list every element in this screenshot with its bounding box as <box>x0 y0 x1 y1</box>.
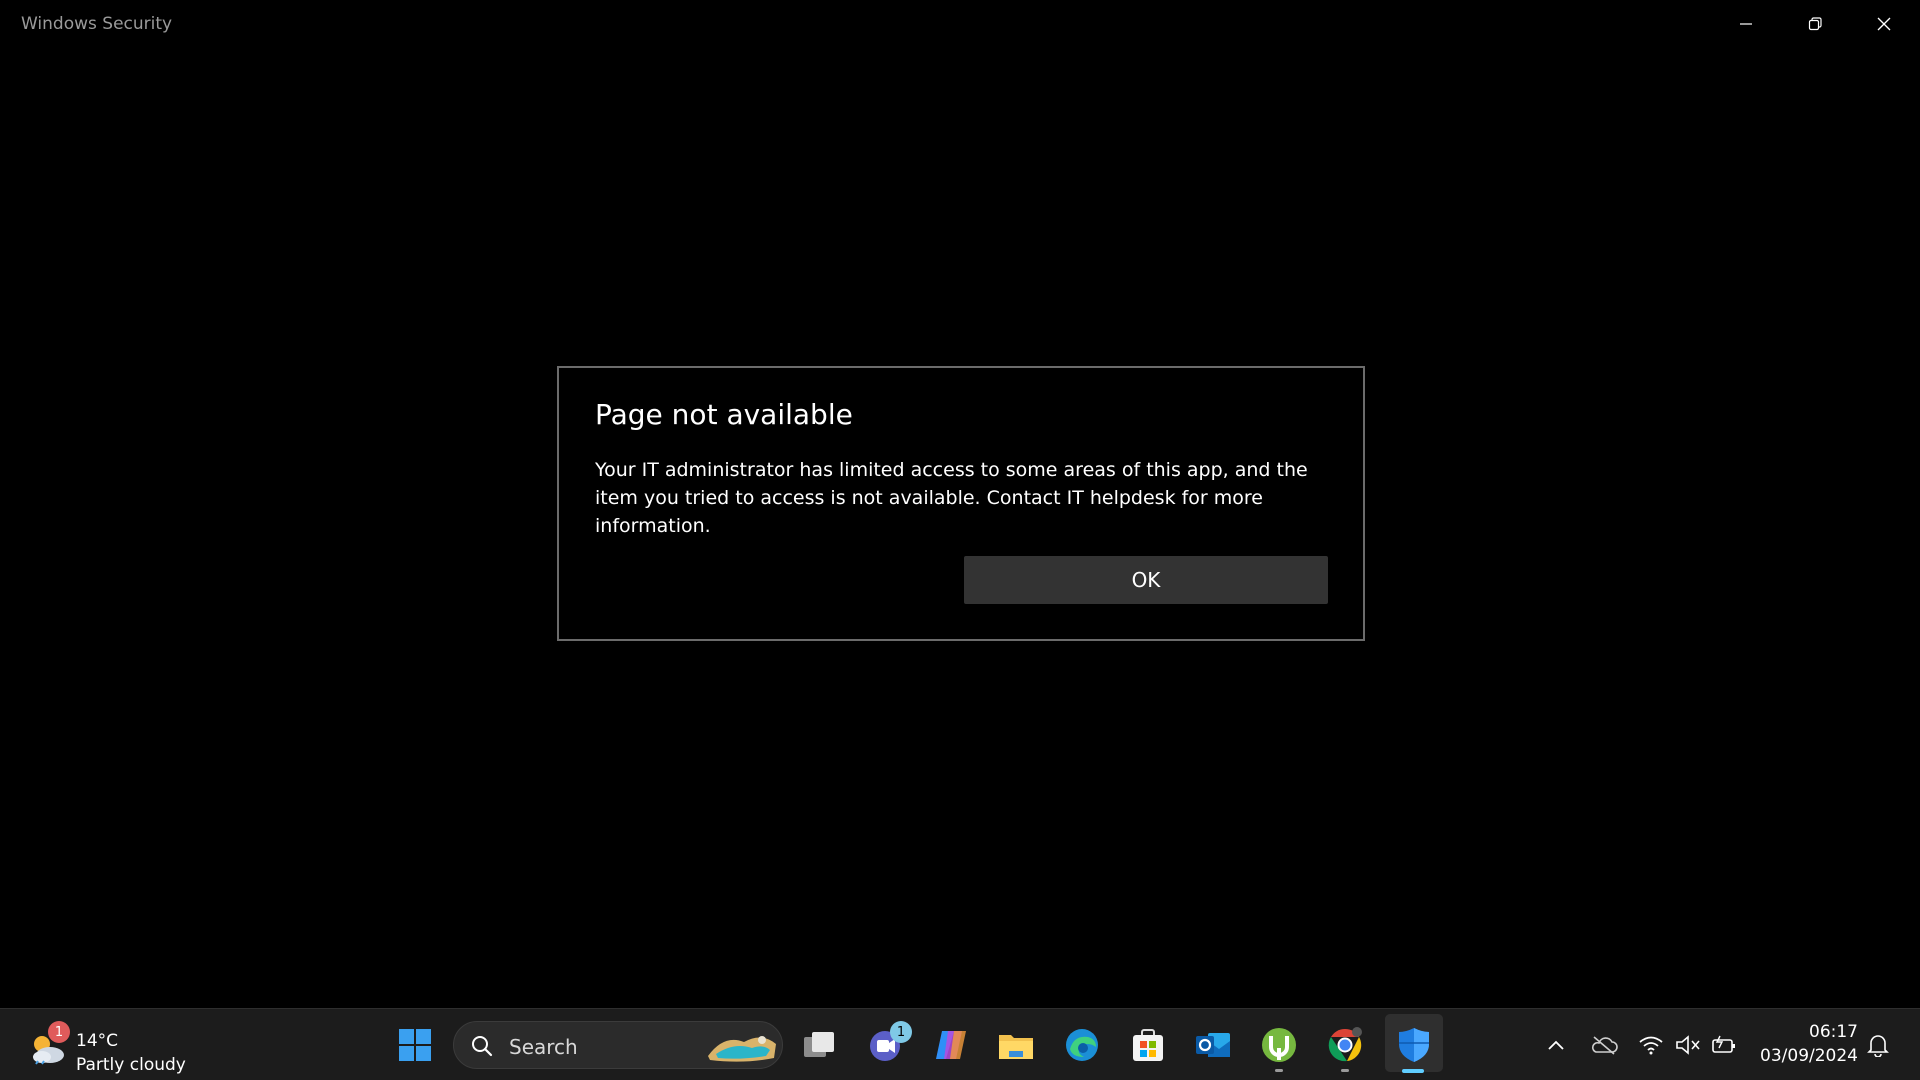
file-explorer-button[interactable] <box>993 1022 1039 1068</box>
window-title: Windows Security <box>21 14 173 34</box>
weather-temperature: 14°C <box>76 1031 119 1051</box>
title-bar: Windows Security <box>0 0 1920 48</box>
utorrent-button[interactable] <box>1256 1022 1302 1068</box>
search-highlight-icon <box>708 1036 776 1062</box>
minimize-button[interactable] <box>1712 0 1780 48</box>
utorrent-running-indicator <box>1275 1069 1283 1072</box>
shield-icon <box>1399 1028 1429 1062</box>
restore-button[interactable] <box>1781 0 1849 48</box>
start-button[interactable] <box>392 1022 438 1068</box>
folder-icon <box>999 1035 1033 1059</box>
wifi-icon <box>1639 1036 1663 1055</box>
chevron-up-icon <box>1548 1040 1564 1050</box>
clock-time: 06:17 <box>1809 1022 1858 1042</box>
utorrent-icon <box>1262 1028 1296 1062</box>
task-view-icon <box>804 1032 834 1057</box>
notifications-button[interactable] <box>1864 1031 1892 1059</box>
outlook-icon <box>1196 1033 1230 1057</box>
taskbar: 1 14°C Partly cloudy Search 1 06:17 03/0… <box>0 1008 1920 1080</box>
weather-badge: 1 <box>48 1021 70 1043</box>
edge-button[interactable] <box>1059 1022 1105 1068</box>
chrome-button[interactable] <box>1322 1022 1368 1068</box>
windows-security-active-indicator <box>1402 1069 1424 1073</box>
volume-button[interactable] <box>1674 1031 1702 1059</box>
edge-icon <box>1066 1029 1098 1061</box>
network-button[interactable] <box>1637 1031 1665 1059</box>
copilot-button[interactable] <box>928 1022 974 1068</box>
taskbar-search[interactable]: Search <box>453 1021 783 1069</box>
ok-button[interactable]: OK <box>964 556 1328 604</box>
speaker-muted-icon <box>1676 1035 1700 1055</box>
taskbar-clock[interactable]: 06:17 03/09/2024 <box>1740 1020 1858 1068</box>
chrome-icon <box>1328 1027 1362 1062</box>
restore-icon <box>1808 17 1822 31</box>
battery-button[interactable] <box>1710 1031 1738 1059</box>
dialog-title: Page not available <box>595 398 853 431</box>
copilot-icon <box>936 1031 966 1059</box>
minimize-icon <box>1740 23 1752 25</box>
weather-condition: Partly cloudy <box>76 1055 186 1075</box>
outlook-button[interactable] <box>1190 1022 1236 1068</box>
bell-icon <box>1867 1035 1889 1057</box>
teams-badge: 1 <box>890 1021 912 1043</box>
microsoft-store-button[interactable] <box>1125 1022 1171 1068</box>
search-label: Search <box>509 1035 578 1059</box>
task-view-button[interactable] <box>797 1022 843 1068</box>
show-hidden-icons-button[interactable] <box>1542 1031 1570 1059</box>
windows-security-button[interactable] <box>1391 1022 1437 1068</box>
close-button[interactable] <box>1850 0 1918 48</box>
onedrive-offline-icon <box>1592 1036 1618 1055</box>
clock-date: 03/09/2024 <box>1760 1046 1858 1066</box>
page-not-available-dialog: Page not available Your IT administrator… <box>557 366 1365 641</box>
chrome-running-indicator <box>1341 1069 1349 1072</box>
close-icon <box>1877 17 1891 31</box>
weather-widget[interactable]: 1 14°C Partly cloudy <box>24 1019 194 1075</box>
windows-logo-icon <box>399 1029 431 1061</box>
store-icon <box>1133 1029 1163 1061</box>
dialog-message: Your IT administrator has limited access… <box>595 459 1308 537</box>
battery-icon <box>1712 1035 1735 1053</box>
onedrive-tray-button[interactable] <box>1590 1031 1618 1059</box>
search-icon <box>472 1036 493 1057</box>
